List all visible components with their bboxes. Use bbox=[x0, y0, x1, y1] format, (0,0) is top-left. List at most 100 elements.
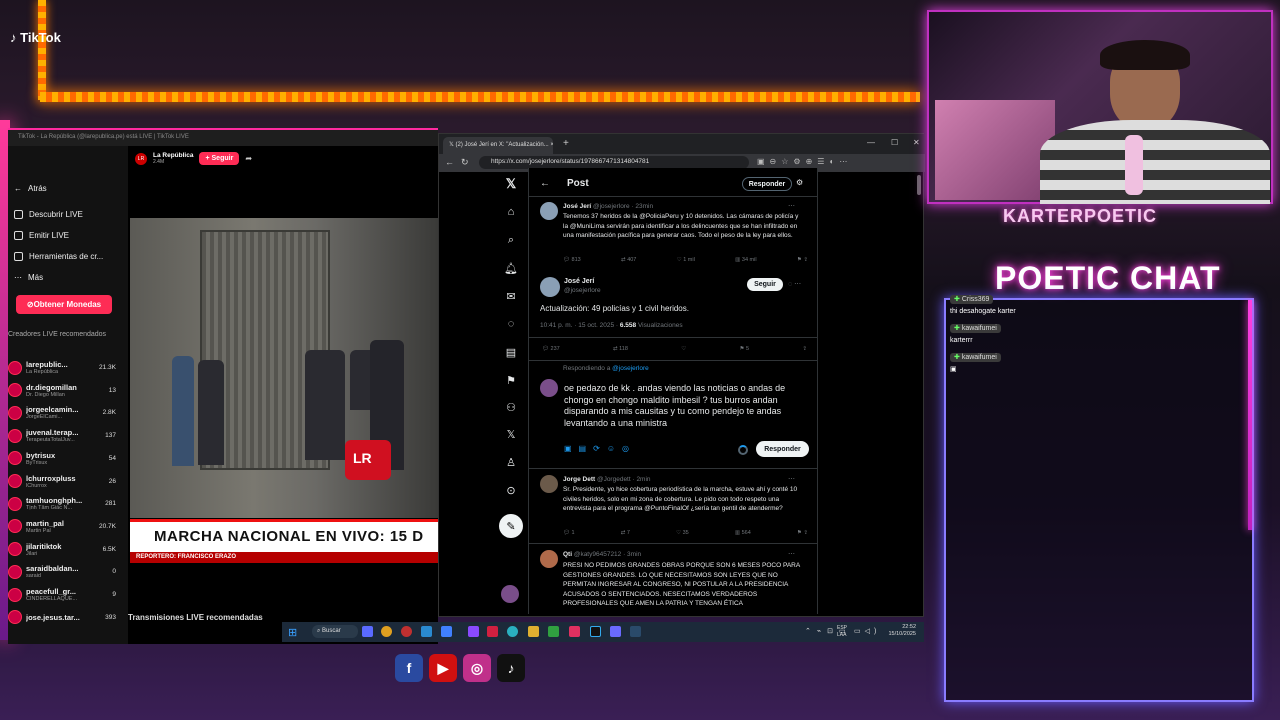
compose-post-button[interactable]: ✎ bbox=[499, 514, 523, 538]
steam-icon[interactable] bbox=[630, 626, 641, 637]
channel-avatar[interactable]: LR bbox=[135, 152, 147, 165]
folder-icon[interactable] bbox=[528, 626, 539, 637]
creator-item[interactable]: dr.diegomillan Dr. Diego Millan 13 bbox=[8, 380, 116, 401]
taskbar-app-icon[interactable] bbox=[548, 626, 559, 637]
bookmark-icon[interactable]: ⚑ ⇪ bbox=[797, 257, 808, 263]
taskbar-app-icon[interactable] bbox=[610, 626, 621, 637]
more-icon[interactable]: ⊙ bbox=[504, 483, 518, 497]
avatar[interactable] bbox=[540, 550, 558, 568]
creator-item[interactable]: saraidbaldan... saraid 0 bbox=[8, 561, 116, 582]
more-options-icon[interactable]: ⋯ bbox=[788, 550, 795, 558]
creator-item[interactable]: peacefull_gr... CINDERELLAQUE... 9 bbox=[8, 584, 116, 605]
nav-back[interactable]: ← Atrás bbox=[14, 184, 47, 193]
bookmark-count[interactable]: ⚑ 5 bbox=[740, 346, 750, 352]
notifications-icon[interactable]: 🔔︎ bbox=[504, 261, 518, 275]
chat-username[interactable]: ✚ kawaifumei bbox=[950, 353, 1001, 362]
avatar[interactable] bbox=[540, 475, 558, 493]
creator-item[interactable]: bytrisux ByTrisux 54 bbox=[8, 448, 116, 469]
composer-toolbar-icons[interactable]: ▣▤⟳☺◎ bbox=[564, 444, 636, 453]
bookmark-icon[interactable]: ⚑ ⇪ bbox=[797, 530, 808, 536]
taskbar-app-icon[interactable] bbox=[362, 626, 373, 637]
reply-count[interactable]: 💬︎ 813 bbox=[563, 257, 581, 263]
language-indicator[interactable]: ESP LAA bbox=[837, 625, 847, 638]
reply-header-button[interactable]: Responder bbox=[742, 177, 792, 191]
follow-button[interactable]: + Seguir bbox=[199, 152, 240, 165]
taskbar-app-icon[interactable] bbox=[487, 626, 498, 637]
minimize-button[interactable]: — bbox=[867, 138, 875, 147]
reload-icon[interactable]: ↻ bbox=[461, 157, 469, 168]
reply-count[interactable]: 💬︎ 1 bbox=[563, 530, 575, 536]
x-logo-icon[interactable]: 𝕏 bbox=[504, 176, 518, 191]
network-volume-icons[interactable]: ▭◁) bbox=[854, 627, 880, 635]
repost-count[interactable]: ⇄ 7 bbox=[621, 530, 630, 536]
creator-item[interactable]: jorgeelcamin... JorgeElCami... 2.8K bbox=[8, 402, 116, 423]
taskbar-app-icon[interactable] bbox=[421, 626, 432, 637]
maximize-button[interactable]: ☐ bbox=[891, 138, 898, 147]
follow-button[interactable]: Seguir bbox=[747, 278, 783, 291]
taskbar-app-icon[interactable] bbox=[468, 626, 479, 637]
creator-item[interactable]: larepublic... La República 21.3K bbox=[8, 357, 116, 378]
bookmarks-icon[interactable]: ⚑ bbox=[504, 373, 518, 387]
filter-icon[interactable]: ⚙ bbox=[796, 178, 803, 187]
scrollbar[interactable] bbox=[917, 175, 921, 195]
search-icon[interactable]: ⌕ bbox=[504, 233, 518, 247]
nav-discover-live[interactable]: Descubrir LIVE bbox=[14, 210, 83, 219]
reply-textarea[interactable]: oe pedazo de kk . andas viendo las notic… bbox=[564, 383, 808, 429]
taskbar-app-icon[interactable] bbox=[401, 626, 412, 637]
like-count[interactable]: ♡ bbox=[681, 346, 686, 352]
taskbar-search[interactable]: ⌕ Buscar bbox=[312, 625, 358, 638]
avatar[interactable] bbox=[540, 277, 560, 297]
windows-start-icon[interactable]: ⊞ bbox=[288, 626, 297, 639]
back-arrow-icon[interactable]: ← bbox=[540, 178, 550, 189]
reply-count[interactable]: 💬︎ 237 bbox=[542, 346, 560, 352]
char-counter-ring bbox=[738, 445, 748, 455]
creator-item[interactable]: jose.jesus.tar... 393 bbox=[8, 607, 116, 628]
more-options-icon[interactable]: ⋯ bbox=[788, 202, 795, 210]
profile-icon[interactable]: ♙ bbox=[504, 455, 518, 469]
repost-count[interactable]: ⇄ 118 bbox=[613, 346, 628, 352]
clock[interactable]: 22:52 15/10/2025 bbox=[882, 624, 916, 638]
grok-icon[interactable]: ◌ ⋯ bbox=[788, 280, 801, 288]
back-icon[interactable]: ← bbox=[445, 157, 454, 167]
creator-item[interactable]: martin_pal Martin Pal 20.7K bbox=[8, 516, 116, 537]
home-icon[interactable]: ⌂ bbox=[504, 205, 518, 219]
premium-icon[interactable]: 𝕏 bbox=[504, 427, 518, 441]
chrome-icon[interactable] bbox=[381, 626, 392, 637]
nav-tools[interactable]: Herramientas de cr... bbox=[14, 252, 103, 261]
close-window-button[interactable]: ✕ bbox=[913, 138, 920, 147]
close-tab-icon[interactable]: × bbox=[550, 142, 553, 148]
more-options-icon[interactable]: ⋯ bbox=[788, 475, 795, 483]
view-count[interactable]: ▥ 564 bbox=[735, 530, 751, 536]
lists-icon[interactable]: ▤ bbox=[504, 345, 518, 359]
creator-item[interactable]: lchurroxpluss lChurrox 26 bbox=[8, 471, 116, 492]
taskbar-app-icon[interactable] bbox=[441, 626, 452, 637]
creator-item[interactable]: jilaritiktok Jilari 6.5K bbox=[8, 539, 116, 560]
share-icon[interactable]: ➦ bbox=[245, 154, 252, 163]
creator-item[interactable]: tamhuonghph... Tịnh Tâm Giác N... 281 bbox=[8, 493, 116, 514]
recommended-creators-title: Creadores LIVE recomendados bbox=[8, 331, 107, 338]
chat-username[interactable]: ✚ Criss369 bbox=[950, 295, 994, 304]
browser-tab[interactable]: 𝕏 (2) José Jerí en X: "Actualización... … bbox=[443, 137, 553, 154]
creator-item[interactable]: juvenal.terap... TerapeutaTotalJuv... 137 bbox=[8, 425, 116, 446]
messages-icon[interactable]: ✉ bbox=[504, 289, 518, 303]
nav-go-live[interactable]: Emitir LIVE bbox=[14, 231, 69, 240]
tiktok-icon[interactable] bbox=[590, 626, 601, 637]
like-count[interactable]: ♡ 35 bbox=[676, 530, 689, 536]
tiktok-logo[interactable]: ♪ TikTok bbox=[10, 30, 61, 45]
communities-icon[interactable]: ⚇ bbox=[504, 400, 518, 414]
account-avatar[interactable] bbox=[501, 585, 519, 603]
like-count[interactable]: ♡ 1 mil bbox=[677, 257, 695, 263]
avatar[interactable] bbox=[540, 202, 558, 220]
grok-icon[interactable]: ◌ bbox=[504, 317, 518, 331]
chat-username[interactable]: ✚ kawaifumei bbox=[950, 324, 1001, 333]
new-tab-button[interactable]: + bbox=[563, 138, 569, 149]
browser-extension-icons[interactable]: ▣⊖☆⚙⊕☰◐⋯ bbox=[757, 157, 852, 166]
share-icon[interactable]: ⇪ bbox=[802, 346, 807, 352]
taskbar-app-icon[interactable] bbox=[569, 626, 580, 637]
nav-more[interactable]: ⋯ Más bbox=[14, 273, 43, 282]
repost-count[interactable]: ⇄ 407 bbox=[621, 257, 636, 263]
reply-submit-button[interactable]: Responder bbox=[756, 441, 809, 457]
get-coins-button[interactable]: ⊘ Obtener Monedas bbox=[16, 295, 112, 314]
edge-icon[interactable] bbox=[507, 626, 518, 637]
view-count[interactable]: ▥ 34 mil bbox=[735, 257, 756, 263]
